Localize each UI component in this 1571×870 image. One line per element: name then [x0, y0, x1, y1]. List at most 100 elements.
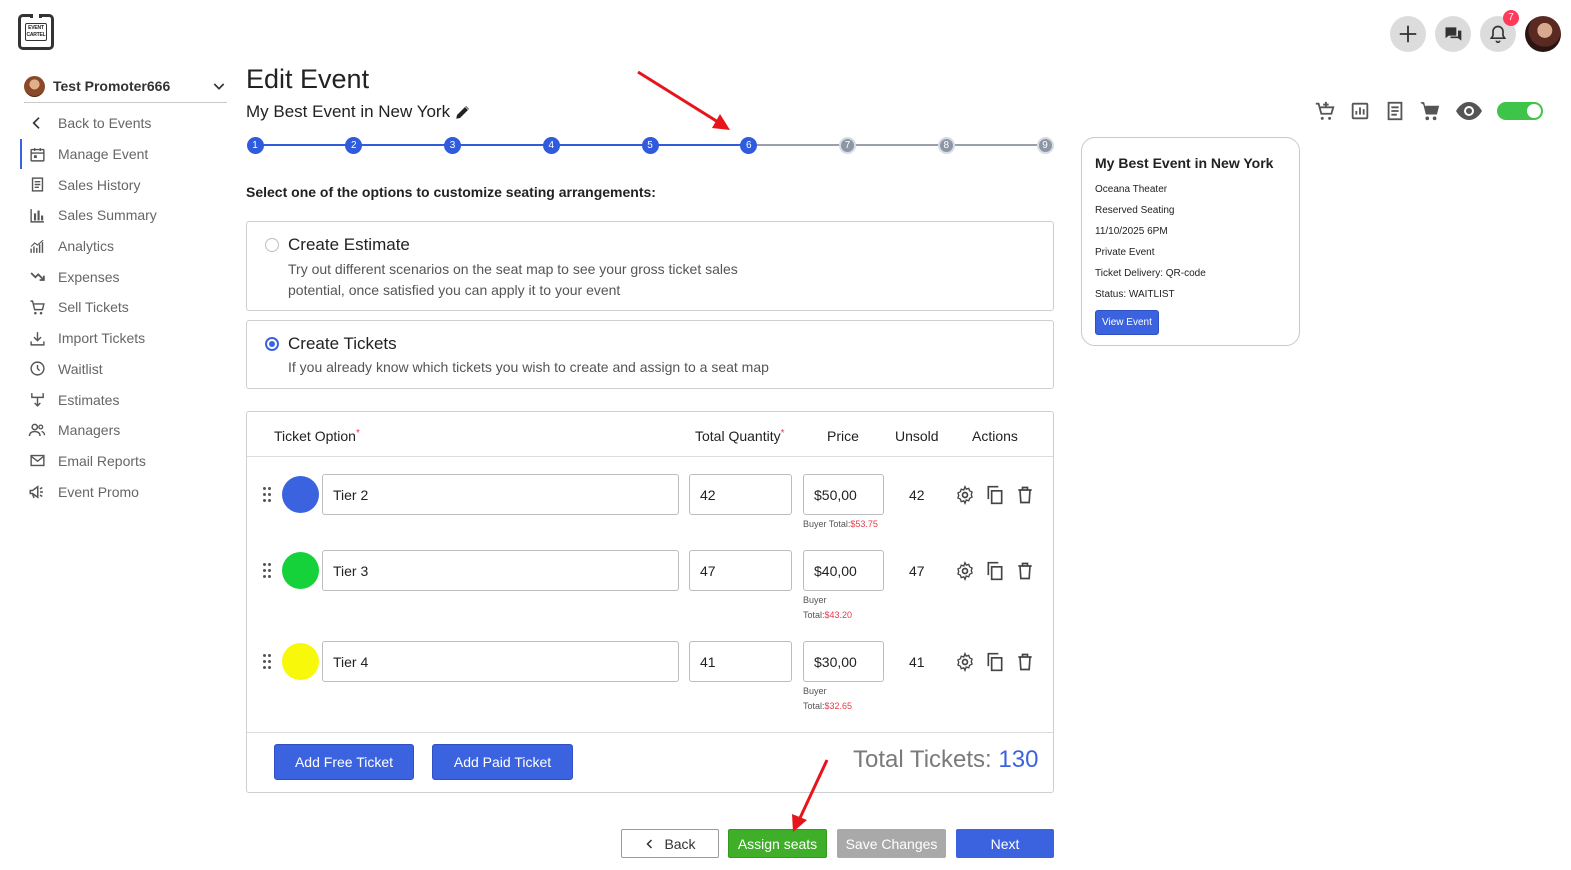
settings-gear-icon[interactable]: [955, 561, 975, 581]
column-header-ticket-option: Ticket Option*: [274, 428, 360, 444]
step-4[interactable]: 4: [542, 137, 560, 154]
sidebar-item-waitlist[interactable]: Waitlist: [20, 354, 230, 385]
ticket-name-input[interactable]: Tier 2: [322, 474, 679, 515]
eye-icon[interactable]: [1455, 100, 1483, 122]
sidebar-item-manage-event[interactable]: Manage Event: [20, 138, 230, 170]
user-avatar[interactable]: [1525, 16, 1561, 52]
publish-toggle[interactable]: [1497, 102, 1543, 120]
users-icon: [28, 421, 46, 439]
quantity-input[interactable]: 42: [689, 474, 792, 515]
drag-handle-icon[interactable]: [263, 654, 273, 670]
quantity-input[interactable]: 41: [689, 641, 792, 682]
plus-icon: [1399, 25, 1417, 43]
chevron-left-icon: [28, 114, 46, 132]
unsold-count: 47: [909, 563, 925, 579]
trend-down-icon: [28, 268, 46, 286]
copy-icon[interactable]: [985, 652, 1005, 672]
sidebar-item-import-tickets[interactable]: Import Tickets: [20, 323, 230, 354]
add-paid-ticket-button[interactable]: Add Paid Ticket: [432, 744, 573, 780]
settings-gear-icon[interactable]: [955, 485, 975, 505]
view-event-button[interactable]: View Event: [1095, 310, 1159, 335]
settings-gear-icon[interactable]: [955, 652, 975, 672]
option-title: Create Tickets: [288, 334, 397, 353]
cart-add-icon[interactable]: [1314, 100, 1336, 122]
back-button[interactable]: Back: [621, 829, 719, 858]
trash-icon[interactable]: [1015, 652, 1035, 672]
promoter-avatar: [24, 75, 45, 97]
next-button[interactable]: Next: [956, 829, 1054, 858]
trash-icon[interactable]: [1015, 561, 1035, 581]
price-input[interactable]: $40,00: [803, 550, 884, 591]
app-logo[interactable]: EVENT CARTEL: [18, 14, 54, 50]
unsold-count: 41: [909, 654, 925, 670]
price-input[interactable]: $50,00: [803, 474, 884, 515]
ticket-name-input[interactable]: Tier 4: [322, 641, 679, 682]
step-3[interactable]: 3: [444, 137, 461, 154]
step-connector: [255, 144, 354, 146]
step-6[interactable]: 6: [740, 137, 758, 154]
option-create-tickets[interactable]: Create Tickets If you already know which…: [246, 320, 1054, 389]
ticket-color-swatch[interactable]: [282, 552, 319, 589]
sidebar-item-estimates[interactable]: Estimates: [20, 384, 230, 415]
chat-icon: [1444, 27, 1462, 41]
step-connector: [748, 144, 848, 146]
bell-icon: [1489, 25, 1507, 44]
option-create-estimate[interactable]: Create Estimate Try out different scenar…: [246, 221, 1054, 311]
step-5[interactable]: 5: [641, 137, 659, 154]
ticket-color-swatch[interactable]: [282, 476, 319, 513]
event-name-heading: My Best Event in New York: [246, 102, 472, 122]
buyer-total: Buyer Total:$53.75: [803, 519, 878, 529]
column-header-unsold: Unsold: [895, 428, 939, 444]
step-connector: [452, 144, 552, 146]
step-9[interactable]: 9: [1036, 137, 1054, 154]
copy-icon[interactable]: [985, 561, 1005, 581]
sidebar-item-sales-history[interactable]: Sales History: [20, 169, 230, 200]
sidebar-item-label: Back to Events: [58, 115, 152, 132]
sidebar-item-back-to-events[interactable]: Back to Events: [20, 108, 230, 139]
sidebar-item-analytics[interactable]: Analytics: [20, 231, 230, 262]
card-privacy: Private Event: [1095, 247, 1155, 258]
add-free-ticket-button[interactable]: Add Free Ticket: [274, 744, 414, 780]
sidebar-item-label: Manage Event: [58, 146, 149, 163]
step-8[interactable]: 8: [937, 137, 955, 154]
estimate-radio[interactable]: [265, 238, 279, 252]
sidebar-item-expenses[interactable]: Expenses: [20, 261, 230, 292]
step-connector: [551, 144, 650, 146]
pencil-icon[interactable]: [454, 103, 472, 121]
sidebar-item-event-promo[interactable]: Event Promo: [20, 476, 230, 507]
assign-seats-button[interactable]: Assign seats: [728, 829, 827, 858]
copy-icon[interactable]: [985, 485, 1005, 505]
sidebar-item-sales-summary[interactable]: Sales Summary: [20, 200, 230, 231]
sidebar-item-label: Sell Tickets: [58, 299, 129, 316]
price-input[interactable]: $30,00: [803, 641, 884, 682]
step-2[interactable]: 2: [345, 137, 363, 154]
event-name: My Best Event in New York: [246, 102, 451, 121]
sidebar-item-email-reports[interactable]: Email Reports: [20, 446, 230, 477]
option-description: If you already know which tickets you wi…: [288, 359, 769, 375]
messages-button[interactable]: [1435, 16, 1471, 52]
drag-handle-icon[interactable]: [263, 563, 273, 579]
fork-icon: [28, 391, 46, 409]
ticket-name-input[interactable]: Tier 3: [322, 550, 679, 591]
buyer-total: Buyer Total:$43.20: [803, 595, 853, 620]
save-changes-button[interactable]: Save Changes: [837, 829, 946, 858]
add-button[interactable]: [1390, 16, 1426, 52]
annotation-arrow-step: [637, 70, 730, 130]
drag-handle-icon[interactable]: [263, 487, 273, 503]
sidebar-item-managers[interactable]: Managers: [20, 415, 230, 446]
trash-icon[interactable]: [1015, 485, 1035, 505]
step-1[interactable]: 1: [246, 137, 264, 154]
tickets-radio[interactable]: [265, 337, 279, 351]
sidebar-item-sell-tickets[interactable]: Sell Tickets: [20, 292, 230, 323]
cart-icon[interactable]: [1419, 100, 1441, 122]
receipt-icon[interactable]: [1384, 100, 1406, 122]
ticket-color-swatch[interactable]: [282, 643, 319, 680]
step-7[interactable]: 7: [839, 137, 856, 154]
buyer-total: Buyer Total:$32.65: [803, 686, 853, 711]
quantity-input[interactable]: 47: [689, 550, 792, 591]
report-icon[interactable]: [1349, 100, 1371, 122]
step-connector: [650, 144, 749, 146]
chevron-left-icon: [646, 838, 653, 849]
promoter-selector[interactable]: Test Promoter666: [24, 70, 227, 103]
sidebar-item-label: Sales History: [58, 176, 141, 193]
